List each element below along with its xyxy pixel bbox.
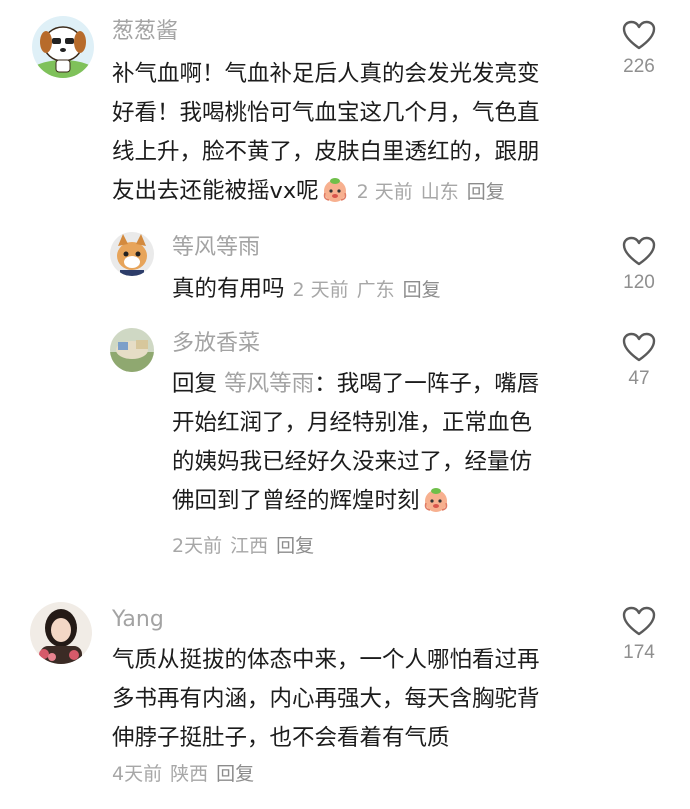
comment-meta: 4天前 陕西 回复	[112, 763, 255, 785]
photo-avatar[interactable]	[110, 328, 154, 372]
like-button[interactable]: 120	[608, 236, 670, 294]
like-button[interactable]: 226	[608, 20, 670, 78]
reply-button[interactable]: 回复	[403, 279, 441, 301]
peach-face-emoji	[321, 176, 349, 204]
like-count: 47	[628, 368, 650, 389]
like-count: 174	[623, 642, 655, 663]
comment-feed: 葱葱酱 补气血啊！气血补足后人真的会发光发亮变 好看！我喝桃怡可气血宝这几个月，…	[0, 0, 690, 809]
like-count: 226	[623, 56, 655, 77]
cartoon-dog-avatar[interactable]	[32, 16, 94, 78]
heart-icon	[622, 332, 656, 362]
comment: 葱葱酱 补气血啊！气血补足后人真的会发光发亮变 好看！我喝桃怡可气血宝这几个月，…	[0, 0, 690, 220]
comment-meta: 2 天前 山东 回复	[356, 181, 505, 203]
comment-username[interactable]: 多放香菜	[172, 330, 260, 358]
comment-text: 回复 等风等雨：我喝了一阵子，嘴唇 开始红润了，月经特别准，正常血色 的姨妈我已…	[172, 371, 540, 514]
like-button[interactable]: 174	[608, 606, 670, 664]
comment-meta: 2 天前 广东 回复	[292, 279, 441, 301]
like-count: 120	[623, 272, 655, 293]
comment-text: 真的有用吗 2 天前 广东 回复	[172, 270, 449, 309]
heart-icon	[622, 606, 656, 636]
reply-button[interactable]: 回复	[276, 535, 314, 557]
reply-button[interactable]: 回复	[467, 181, 505, 203]
heart-icon	[622, 236, 656, 266]
heart-icon	[622, 20, 656, 50]
comment-text: 气质从挺拔的体态中来，一个人哪怕看过再 多书再有内涵，内心再强大，每天含胸驼背 …	[112, 647, 540, 751]
comment: Yang 气质从挺拔的体态中来，一个人哪怕看过再 多书再有内涵，内心再强大，每天…	[0, 596, 690, 809]
reply-button[interactable]: 回复	[216, 763, 254, 785]
comment-username[interactable]: 葱葱酱	[112, 18, 178, 46]
comment-username[interactable]: Yang	[112, 606, 164, 634]
woman-portrait-avatar[interactable]	[30, 602, 92, 664]
comment-text: 补气血啊！气血补足后人真的会发光发亮变 好看！我喝桃怡可气血宝这几个月，气色直 …	[112, 61, 540, 204]
comment: 多放香菜 回复 等风等雨：我喝了一阵子，嘴唇 开始红润了，月经特别准，正常血色 …	[0, 320, 690, 580]
comment-username[interactable]: 等风等雨	[172, 234, 260, 262]
like-button[interactable]: 47	[608, 332, 670, 390]
comment-meta: 2天前 江西 回复	[172, 535, 315, 557]
cat-avatar[interactable]	[110, 232, 154, 276]
comment: 等风等雨 真的有用吗 2 天前 广东 回复 120	[0, 220, 690, 320]
mention-link[interactable]: 等风等雨	[224, 371, 314, 397]
peach-face-emoji	[422, 486, 450, 514]
